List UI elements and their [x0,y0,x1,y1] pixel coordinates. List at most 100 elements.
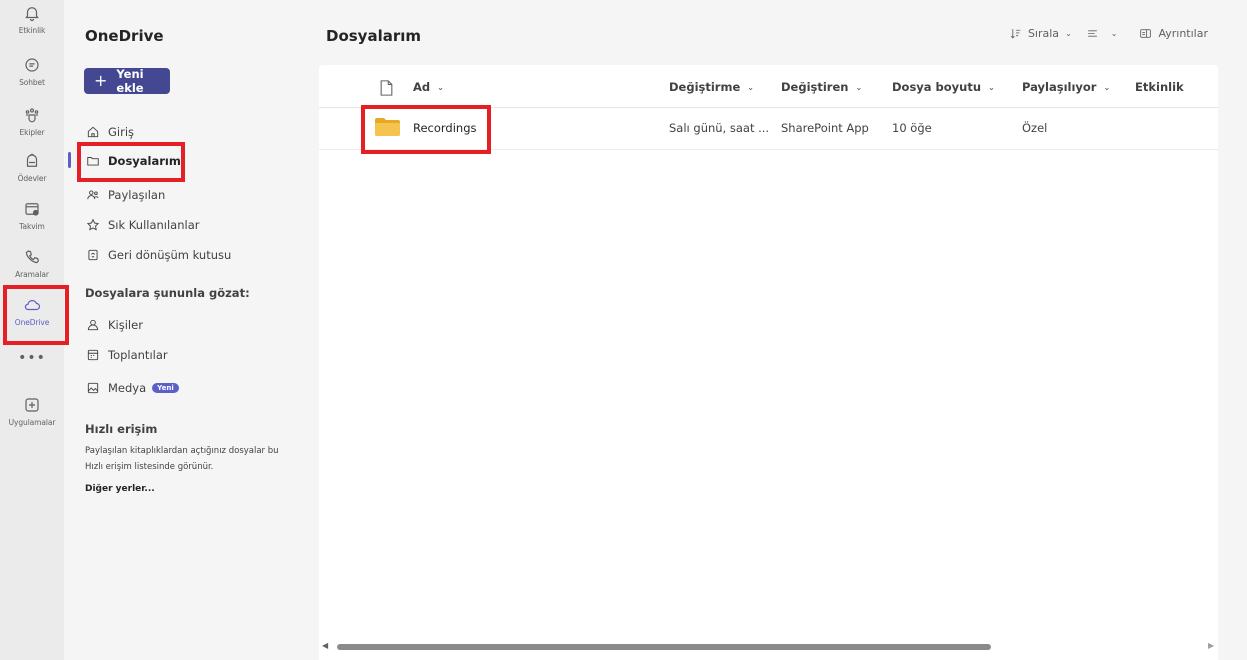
column-header-modified-by[interactable]: Değiştiren ⌄ [781,80,862,94]
details-button[interactable]: Ayrıntılar [1139,27,1208,40]
other-places-link[interactable]: Diğer yerler... [85,484,155,494]
chat-icon [25,58,39,72]
column-label: Paylaşılıyor [1022,80,1097,94]
file-type-icon [380,80,393,96]
column-label: Dosya boyutu [892,80,982,94]
calendar-icon [25,203,39,216]
chevron-down-icon: ⌄ [988,82,995,92]
nav-item-label: Toplantılar [108,348,168,362]
file-name-link[interactable]: Recordings [413,121,477,135]
column-label: Ad [413,80,431,94]
appbar-assignments[interactable]: Ödevler [0,148,64,196]
star-icon [86,218,100,231]
appbar-apps[interactable]: Uygulamalar [0,392,64,440]
appbar-calls[interactable]: Aramalar [0,244,64,292]
navigation-pane: OneDrive + Yeni ekle Giriş Dosyalarım Pa… [64,0,320,660]
nav-item-my-files[interactable]: Dosyalarım [86,150,181,172]
meetings-icon [87,349,99,361]
appbar-chat[interactable]: Sohbet [0,52,64,100]
details-pane-icon [1140,29,1152,38]
column-label: Değiştiren [781,80,849,94]
nav-item-label: Dosyalarım [108,154,181,168]
nav-item-home[interactable]: Giriş [86,121,134,143]
scrollbar-thumb[interactable] [337,644,991,650]
nav-item-label: Paylaşılan [108,188,166,202]
quick-access-description: Paylaşılan kitaplıklardan açtığınız dosy… [85,446,279,472]
add-new-button[interactable]: + Yeni ekle [84,67,170,95]
chevron-down-icon: ⌄ [1065,29,1072,38]
column-header-sharing[interactable]: Paylaşılıyor ⌄ [1022,80,1110,94]
column-header-size[interactable]: Dosya boyutu ⌄ [892,80,995,94]
media-icon [87,382,99,394]
quick-access-title: Hızlı erişim [85,422,158,436]
column-header-modified[interactable]: Değiştirme ⌄ [669,80,754,94]
appbar-label: Ödevler [17,174,47,183]
nav-item-people[interactable]: Kişiler [86,314,143,336]
nav-item-meetings[interactable]: Toplantılar [86,344,168,366]
nav-item-label: Geri dönüşüm kutusu [108,248,232,262]
cell-size: 10 öğe [892,121,932,135]
active-indicator [68,152,71,168]
chevron-down-icon: ⌄ [437,82,444,92]
details-label: Ayrıntılar [1158,27,1208,40]
appbar-label: Ekipler [19,128,45,137]
cloud-icon [24,300,41,311]
recycle-bin-icon [88,249,98,261]
cell-sharing: Özel [1022,121,1048,135]
plus-icon: + [94,71,108,90]
appbar-onedrive[interactable]: OneDrive [0,292,64,340]
column-label: Etkinlik [1135,80,1184,94]
appbar-label: Uygulamalar [8,418,56,427]
bell-icon [25,7,39,22]
appbar-teams[interactable]: Ekipler [0,102,64,150]
teams-icon [25,108,39,123]
nav-item-media[interactable]: Medya Yeni [86,377,179,399]
appbar-label: Sohbet [19,78,45,87]
app-bar: Etkinlik Sohbet Ekipler Ödevler Takvim A… [0,0,64,660]
more-apps-button[interactable]: ••• [0,350,64,366]
chevron-down-icon: ⌄ [1103,82,1111,92]
appbar-label: Takvim [19,222,45,231]
phone-icon [25,250,40,264]
nav-item-shared[interactable]: Paylaşılan [86,184,165,206]
file-list [319,65,1218,660]
page-title: Dosyalarım [326,27,422,45]
appbar-activity[interactable]: Etkinlik [0,0,64,48]
appbar-label: Aramalar [15,270,49,279]
scroll-right-icon[interactable]: ▶ [1208,641,1214,650]
column-label: Değiştirme [669,80,741,94]
home-icon [87,126,99,138]
add-app-icon [25,398,39,412]
nav-item-favorites[interactable]: Sık Kullanılanlar [86,214,200,236]
nav-title: OneDrive [85,27,164,45]
chevron-down-icon: ⌄ [1110,29,1118,38]
folder-icon [87,157,99,166]
chevron-down-icon: ⌄ [747,82,754,92]
sort-label: Sırala [1027,27,1060,40]
column-header-activity[interactable]: Etkinlik [1135,80,1184,94]
scroll-left-icon[interactable]: ◀ [322,641,328,650]
assignments-icon [26,153,38,167]
browse-section-title: Dosyalara şununla gözat: [85,286,250,300]
nav-item-label: Medya [108,381,147,395]
appbar-label: OneDrive [14,318,50,327]
cell-modified: Salı günü, saat ... [669,121,770,135]
new-badge: Yeni [152,383,179,393]
view-options-button[interactable]: ⌄ [1086,27,1118,40]
people-icon [87,190,99,200]
nav-item-label: Sık Kullanılanlar [108,218,200,232]
sort-icon [1010,29,1021,39]
sort-button[interactable]: Sırala ⌄ [1009,27,1072,40]
appbar-calendar[interactable]: Takvim [0,196,64,244]
nav-item-label: Kişiler [108,318,143,332]
column-header-name[interactable]: Ad ⌄ [413,80,444,94]
appbar-label: Etkinlik [18,26,46,35]
toolbar: Sırala ⌄ ⌄ Ayrıntılar [995,27,1208,40]
cell-modified-by: SharePoint App [781,121,869,135]
person-icon [87,319,99,331]
add-new-label: Yeni ekle [116,67,144,95]
chevron-down-icon: ⌄ [855,82,863,92]
nav-item-label: Giriş [108,125,135,139]
nav-item-recycle-bin[interactable]: Geri dönüşüm kutusu [86,244,231,266]
list-view-icon [1087,30,1097,37]
